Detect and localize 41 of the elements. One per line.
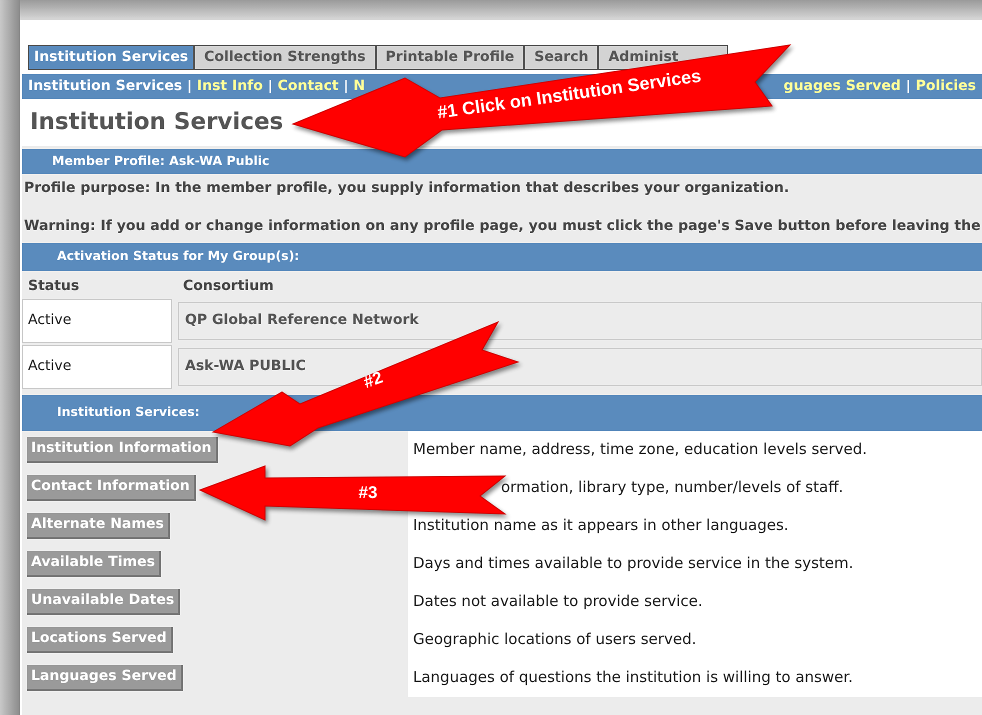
service-button[interactable]: Alternate Names (27, 512, 170, 538)
nav-link[interactable]: N (353, 76, 366, 97)
purpose-text: Profile purpose: In the member profile, you supply information that describes your organization. (23, 178, 790, 198)
description-text: Days and times available to provide service in the system. (412, 553, 854, 574)
separator: | (186, 78, 193, 96)
table-cell: Active (22, 344, 172, 388)
description-text: Dates not available to provide service. (412, 591, 703, 612)
separator: | (904, 78, 912, 96)
service-button[interactable]: Contact Information (27, 474, 196, 500)
nav-link[interactable]: Institution Services (22, 76, 182, 97)
nav-link[interactable]: Contact (278, 76, 339, 97)
section-title: Institution Services: (57, 403, 200, 422)
service-button[interactable]: Institution Information (27, 436, 218, 462)
tab[interactable]: Collection Strengths (194, 45, 376, 70)
table-cell: QP Global Reference Network (178, 302, 982, 340)
callout-text: #2 (360, 368, 386, 392)
tab[interactable]: Search (524, 45, 598, 70)
service-button[interactable]: Available Times (27, 550, 161, 576)
service-button[interactable]: Locations Served (27, 626, 173, 652)
separator: | (266, 78, 274, 96)
callout-text: #3 (358, 483, 378, 502)
warning-text: Warning: If you add or change information on any profile page, you must click the page's Save button before leaving the (23, 216, 982, 236)
nav-link[interactable]: Inst Info (196, 76, 263, 97)
service-button[interactable]: Unavailable Dates (27, 588, 180, 614)
description-text: Member name, address, time zone, education levels served. (412, 439, 868, 460)
nav-link[interactable]: guages Served (784, 76, 901, 97)
description-text: Institution name as it appears in other languages. (412, 515, 789, 536)
separator: | (342, 78, 350, 96)
section-title: Activation Status for My Group(s): (57, 247, 300, 266)
description-text: Geographic locations of users served. (412, 629, 696, 650)
tab[interactable]: Institution Services (28, 45, 194, 70)
service-button[interactable]: Languages Served (27, 664, 183, 690)
nav-link[interactable]: Policies (916, 76, 976, 97)
section-title: Member Profile: Ask-WA Public (52, 152, 270, 170)
page-heading: Institution Services (29, 108, 284, 137)
tab[interactable]: Printable Profile (376, 45, 524, 70)
table-cell: Active (22, 298, 172, 342)
column-header: Status (27, 276, 80, 296)
description-text: Languages of questions the institution is willing to answer. (412, 667, 853, 688)
column-header: Consortium (182, 276, 274, 296)
description-text: ormation, library type, number/levels of staff. (500, 477, 844, 498)
